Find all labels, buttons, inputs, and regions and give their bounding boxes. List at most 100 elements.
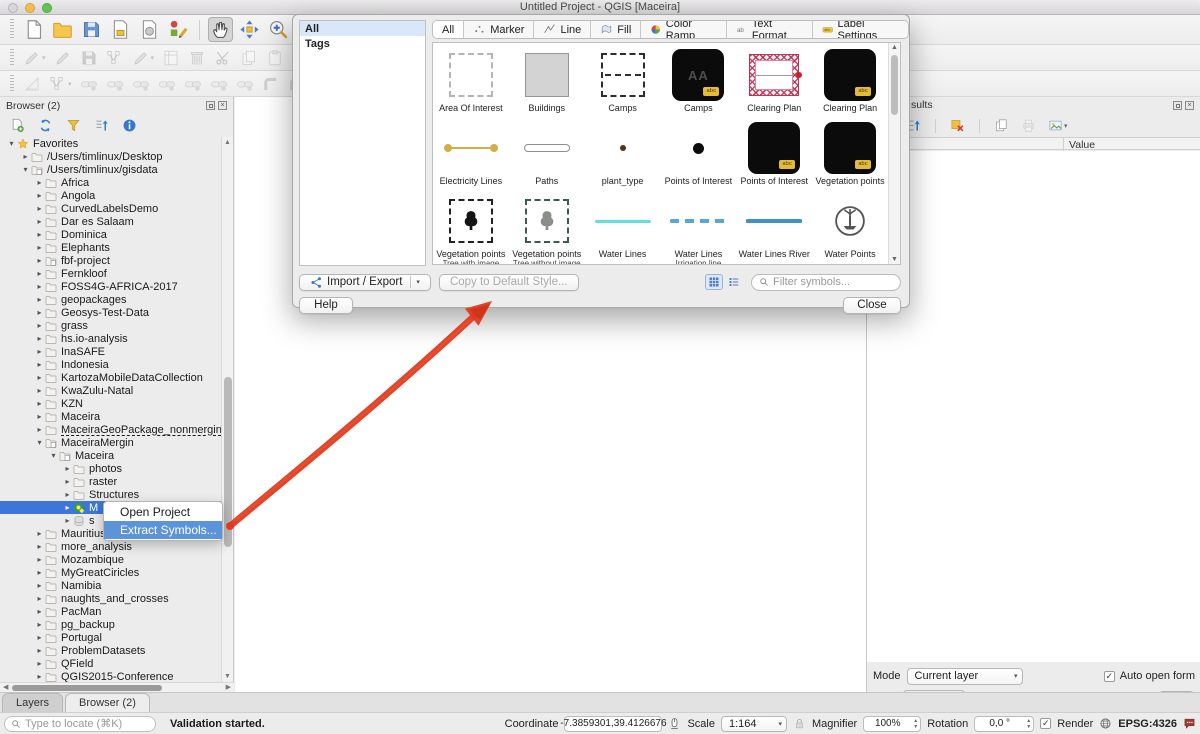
copy-features-button[interactable] bbox=[238, 47, 260, 69]
tree-item[interactable]: ▸Mozambique bbox=[0, 553, 222, 566]
tree-item[interactable]: ▸fbf-project bbox=[0, 254, 222, 267]
expand-arrow-icon[interactable]: ▸ bbox=[34, 230, 45, 239]
tree-item[interactable]: ▸Structures bbox=[0, 488, 222, 501]
scroll-down-icon[interactable]: ▼ bbox=[222, 673, 233, 680]
dropdown-arrow-icon[interactable]: ▾ bbox=[42, 54, 46, 62]
style-manager-button[interactable] bbox=[166, 17, 191, 42]
lock-scale-icon[interactable] bbox=[793, 717, 806, 730]
identify-by-area-button[interactable]: ▾ bbox=[1046, 116, 1070, 135]
zoom-in-button[interactable] bbox=[266, 17, 291, 42]
mouse-position-icon[interactable] bbox=[668, 717, 681, 730]
expand-arrow-icon[interactable]: ▸ bbox=[34, 672, 45, 681]
spin-arrows-icon[interactable]: ▲▼ bbox=[913, 718, 918, 731]
pan-to-selection-button[interactable] bbox=[237, 17, 262, 42]
symbol-item[interactable]: Water Points bbox=[812, 193, 888, 265]
expand-arrow-icon[interactable]: ▸ bbox=[34, 217, 45, 226]
tree-item[interactable]: ▸Namibia bbox=[0, 579, 222, 592]
symbol-item[interactable]: abcVegetation points bbox=[812, 120, 888, 193]
tab-all[interactable]: All bbox=[433, 21, 463, 38]
add-selected-layers-button[interactable] bbox=[8, 116, 27, 135]
filter-symbols-input[interactable]: Filter symbols... bbox=[751, 274, 901, 291]
tree-item[interactable]: ▸Maceira bbox=[0, 410, 222, 423]
symbol-item[interactable]: Water LinesIrrigation line bbox=[661, 193, 737, 265]
expand-arrow-icon[interactable]: ▸ bbox=[34, 386, 45, 395]
dropdown-arrow-icon[interactable]: ▾ bbox=[1064, 122, 1068, 130]
expand-arrow-icon[interactable]: ▸ bbox=[34, 607, 45, 616]
list-view-button[interactable] bbox=[725, 274, 743, 290]
collapse-arrow-icon[interactable]: ▾ bbox=[34, 438, 45, 447]
close-button[interactable]: Close bbox=[843, 297, 901, 314]
print-response-button[interactable] bbox=[1019, 116, 1038, 135]
import-export-button[interactable]: Import / Export ▾ bbox=[299, 274, 431, 291]
current-edits-button[interactable]: ▾ bbox=[21, 47, 48, 69]
expand-arrow-icon[interactable]: ▸ bbox=[34, 282, 45, 291]
float-panel-icon[interactable] bbox=[1173, 101, 1182, 110]
scroll-down-icon[interactable]: ▼ bbox=[889, 256, 900, 263]
tree-item[interactable]: ▸KwaZulu-Natal bbox=[0, 384, 222, 397]
symbol-item[interactable]: abcPoints of Interest bbox=[736, 120, 812, 193]
expand-arrow-icon[interactable]: ▸ bbox=[34, 594, 45, 603]
attributes-form-button[interactable] bbox=[160, 47, 182, 69]
category-tags[interactable]: Tags bbox=[300, 36, 425, 51]
scroll-right-icon[interactable]: ▶ bbox=[226, 683, 231, 692]
tree-item[interactable]: ▸Dar es Salaam bbox=[0, 215, 222, 228]
tree-item[interactable]: ▸QField bbox=[0, 657, 222, 670]
tree-item[interactable]: ▸Geosys-Test-Data bbox=[0, 306, 222, 319]
save-project-button[interactable] bbox=[79, 17, 104, 42]
trace-tool-1-button[interactable] bbox=[260, 73, 282, 95]
measure-button[interactable] bbox=[21, 73, 43, 95]
topology-tool-1-button[interactable] bbox=[78, 73, 100, 95]
expand-arrow-icon[interactable]: ▸ bbox=[34, 269, 45, 278]
tree-item[interactable]: ▸KZN bbox=[0, 397, 222, 410]
spin-arrows-icon[interactable]: ▲▼ bbox=[1026, 718, 1031, 731]
expand-arrow-icon[interactable]: ▸ bbox=[34, 555, 45, 564]
dropdown-arrow-icon[interactable]: ▾ bbox=[151, 54, 155, 62]
browser-vertical-scrollbar[interactable]: ▲ ▼ bbox=[221, 137, 233, 682]
tab-marker[interactable]: Marker bbox=[463, 21, 533, 38]
topology-tool-3-button[interactable] bbox=[130, 73, 152, 95]
expand-arrow-icon[interactable]: ▸ bbox=[34, 347, 45, 356]
tree-item[interactable]: ▸CurvedLabelsDemo bbox=[0, 202, 222, 215]
tree-item[interactable]: ▸Angola bbox=[0, 189, 222, 202]
help-button[interactable]: Help bbox=[299, 297, 353, 314]
scrollbar-thumb[interactable] bbox=[12, 685, 162, 691]
collapse-arrow-icon[interactable]: ▾ bbox=[20, 165, 31, 174]
tree-item[interactable]: ▸MaceiraGeoPackage_nonmergin bbox=[0, 423, 222, 436]
expand-arrow-icon[interactable]: ▸ bbox=[34, 373, 45, 382]
delete-selected-button[interactable] bbox=[186, 47, 208, 69]
minimize-window-button[interactable] bbox=[25, 3, 35, 13]
expand-arrow-icon[interactable]: ▸ bbox=[34, 308, 45, 317]
symbol-item[interactable]: Water Lines River bbox=[736, 193, 812, 265]
tab-line[interactable]: Line bbox=[533, 21, 590, 38]
topology-tool-4-button[interactable] bbox=[156, 73, 178, 95]
tree-item[interactable]: ▸grass bbox=[0, 319, 222, 332]
tab-fill[interactable]: Fill bbox=[590, 21, 640, 38]
symbol-grid-scrollbar[interactable]: ▲ ▼ bbox=[888, 43, 900, 264]
digitize-with-segment-button[interactable]: ▾ bbox=[47, 73, 74, 95]
tree-item[interactable]: ▸hs.io-analysis bbox=[0, 332, 222, 345]
symbol-item[interactable]: Vegetation pointsTree with image bbox=[433, 193, 509, 265]
expand-arrow-icon[interactable]: ▸ bbox=[34, 529, 45, 538]
dock-tab-layers[interactable]: Layers bbox=[2, 693, 63, 712]
menu-item[interactable]: Open Project bbox=[104, 503, 222, 521]
log-messages-icon[interactable] bbox=[1183, 717, 1196, 730]
tree-item[interactable]: ▸Dominica bbox=[0, 228, 222, 241]
expand-arrow-icon[interactable]: ▸ bbox=[34, 204, 45, 213]
expand-arrow-icon[interactable]: ▸ bbox=[34, 581, 45, 590]
collapse-arrow-icon[interactable]: ▾ bbox=[48, 451, 59, 460]
symbol-item[interactable]: Buildings bbox=[509, 47, 585, 120]
expand-arrow-icon[interactable]: ▸ bbox=[34, 412, 45, 421]
results-table-body[interactable] bbox=[867, 151, 1200, 662]
tree-item[interactable]: ▸Indonesia bbox=[0, 358, 222, 371]
symbol-item[interactable]: abcClearing Plan bbox=[812, 47, 888, 120]
toolbar-grip[interactable] bbox=[10, 75, 14, 93]
topology-tool-6-button[interactable] bbox=[208, 73, 230, 95]
open-project-button[interactable] bbox=[50, 17, 75, 42]
zoom-window-button[interactable] bbox=[42, 3, 52, 13]
crs-status[interactable]: EPSG:4326 bbox=[1118, 718, 1177, 730]
tree-item[interactable]: ▸geopackages bbox=[0, 293, 222, 306]
tab-text-format[interactable]: Text Format bbox=[726, 21, 812, 38]
expand-arrow-icon[interactable]: ▸ bbox=[34, 178, 45, 187]
topology-tool-2-button[interactable] bbox=[104, 73, 126, 95]
expand-arrow-icon[interactable]: ▸ bbox=[34, 243, 45, 252]
